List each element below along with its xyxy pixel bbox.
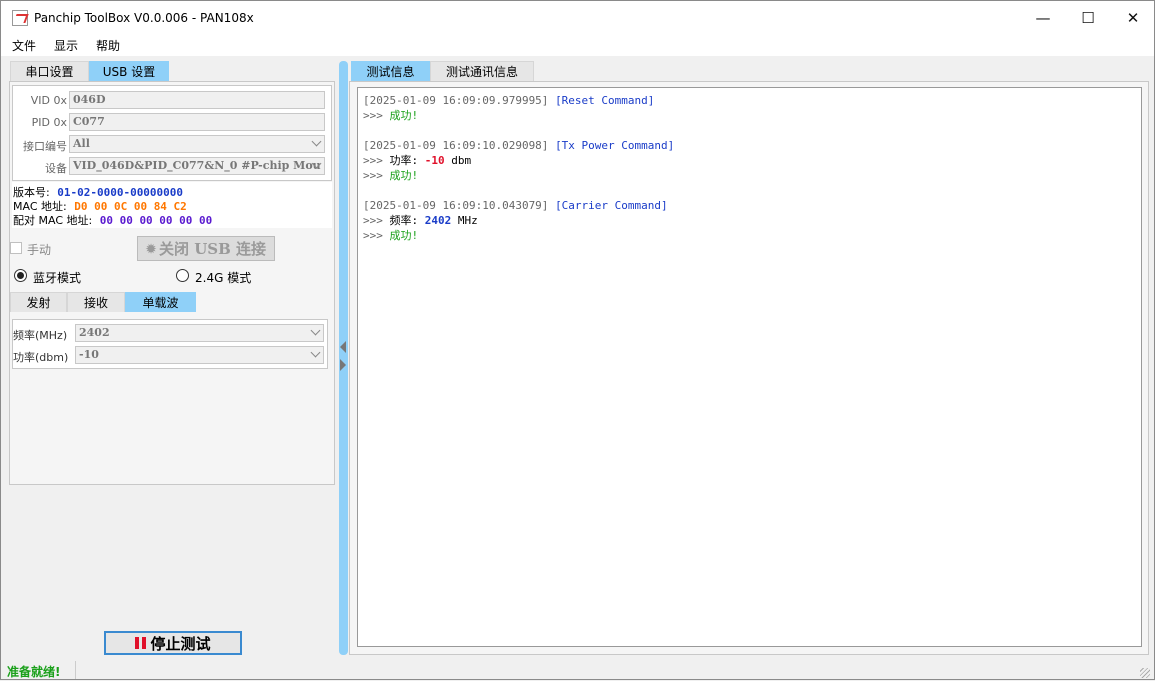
manual-label: 手动 [27, 243, 52, 257]
pair-mac-info: 配对 MAC 地址: 00 00 00 00 00 00 [13, 212, 212, 228]
log-entry: [2025-01-09 16:09:10.043079] [Carrier Co… [363, 198, 1136, 243]
pid-field[interactable]: C077 [69, 113, 325, 131]
tab-test-info[interactable]: 测试信息 [351, 61, 430, 81]
log-timestamp: [2025-01-09 16:09:10.043079] [363, 199, 549, 212]
device-select[interactable]: VID_046D&PID_C077&N_0 #P-chip Mou [69, 157, 325, 175]
manual-checkbox[interactable] [10, 242, 22, 254]
log-success: 成功! [389, 109, 419, 122]
pause-icon [135, 637, 147, 649]
freq-select[interactable]: 2402 [75, 324, 324, 342]
g24-mode-radio[interactable] [176, 269, 189, 282]
title-bar: Panchip ToolBox V0.0.006 - PAN108x — ☐ ✕ [1, 1, 1154, 34]
gear-icon: ✹ [145, 241, 156, 256]
vid-label: VID 0x [30, 94, 67, 107]
menu-view[interactable]: 显示 [54, 37, 78, 54]
tab-single-carrier[interactable]: 单载波 [125, 292, 196, 312]
expand-right-icon[interactable] [340, 359, 346, 371]
menu-help[interactable]: 帮助 [96, 37, 120, 54]
log-prompt: >>> [363, 169, 383, 182]
vid-field[interactable]: 046D [69, 91, 325, 109]
g24-mode-label: 2.4G 模式 [195, 271, 252, 285]
tab-usb-settings[interactable]: USB 设置 [89, 61, 169, 81]
log-param-value: 2402 [424, 214, 452, 227]
close-usb-button-label: 关闭 USB 连接 [159, 240, 267, 258]
log-param-unit: MHz [457, 214, 478, 227]
log-param-label: 频率: [389, 214, 419, 227]
stop-test-button[interactable]: 停止测试 [104, 631, 242, 655]
log-entry: [2025-01-09 16:09:09.979995] [Reset Comm… [363, 93, 1136, 123]
log-prompt: >>> [363, 154, 383, 167]
log-timestamp: [2025-01-09 16:09:09.979995] [363, 94, 549, 107]
pair-mac-value: 00 00 00 00 00 00 [99, 214, 213, 227]
power-select-value: -10 [79, 348, 99, 361]
log-entry: [2025-01-09 16:09:10.029098] [Tx Power C… [363, 138, 1136, 183]
pair-mac-label: 配对 MAC 地址: [13, 214, 93, 227]
log-param-value: -10 [424, 154, 445, 167]
close-button[interactable]: ✕ [1110, 1, 1155, 34]
collapse-left-icon[interactable] [340, 341, 346, 353]
log-param-label: 功率: [389, 154, 419, 167]
tab-receive[interactable]: 接收 [67, 292, 125, 312]
log-timestamp: [2025-01-09 16:09:10.029098] [363, 139, 549, 152]
freq-label: 频率(MHz) [13, 329, 68, 342]
power-label: 功率(dbm) [13, 351, 69, 364]
freq-select-value: 2402 [79, 326, 110, 339]
pid-label: PID 0x [31, 116, 67, 129]
log-prompt: >>> [363, 214, 383, 227]
chevron-down-icon [310, 325, 321, 336]
window-title: Panchip ToolBox V0.0.006 - PAN108x [34, 11, 254, 25]
tab-test-comm-info[interactable]: 测试通讯信息 [430, 61, 534, 81]
chevron-down-icon [311, 136, 322, 147]
device-select-value: VID_046D&PID_C077&N_0 #P-chip Mou [73, 159, 321, 172]
log-command: [Tx Power Command] [555, 139, 675, 152]
log-prompt: >>> [363, 109, 383, 122]
port-select[interactable]: All [69, 135, 325, 153]
app-window: Panchip ToolBox V0.0.006 - PAN108x — ☐ ✕… [0, 0, 1155, 680]
resize-grip-icon[interactable] [1140, 668, 1150, 678]
test-log[interactable]: [2025-01-09 16:09:09.979995] [Reset Comm… [357, 87, 1142, 647]
menu-bar: 文件 显示 帮助 [1, 34, 1154, 56]
status-divider [75, 661, 76, 679]
menu-file[interactable]: 文件 [12, 37, 36, 54]
panel-splitter[interactable] [339, 61, 348, 655]
status-text: 准备就绪! [7, 665, 61, 679]
log-command: [Carrier Command] [555, 199, 668, 212]
close-usb-button[interactable]: ✹ 关闭 USB 连接 [137, 236, 275, 261]
log-param-unit: dbm [451, 154, 472, 167]
minimize-button[interactable]: — [1020, 1, 1066, 34]
chevron-down-icon [310, 347, 321, 358]
log-success: 成功! [389, 169, 419, 182]
log-command: [Reset Command] [555, 94, 655, 107]
tab-serial-settings[interactable]: 串口设置 [10, 61, 89, 81]
port-select-value: All [73, 137, 90, 150]
bluetooth-mode-label: 蓝牙模式 [33, 271, 82, 285]
status-bar: 准备就绪! [1, 659, 1154, 681]
log-prompt: >>> [363, 229, 383, 242]
port-label: 接口编号 [23, 140, 67, 153]
bluetooth-mode-radio[interactable] [14, 269, 27, 282]
app-logo-icon [12, 10, 28, 26]
power-select[interactable]: -10 [75, 346, 324, 364]
tab-transmit[interactable]: 发射 [10, 292, 67, 312]
device-label: 设备 [45, 162, 67, 175]
maximize-button[interactable]: ☐ [1065, 1, 1111, 34]
stop-test-button-label: 停止测试 [150, 634, 211, 653]
log-success: 成功! [389, 229, 419, 242]
